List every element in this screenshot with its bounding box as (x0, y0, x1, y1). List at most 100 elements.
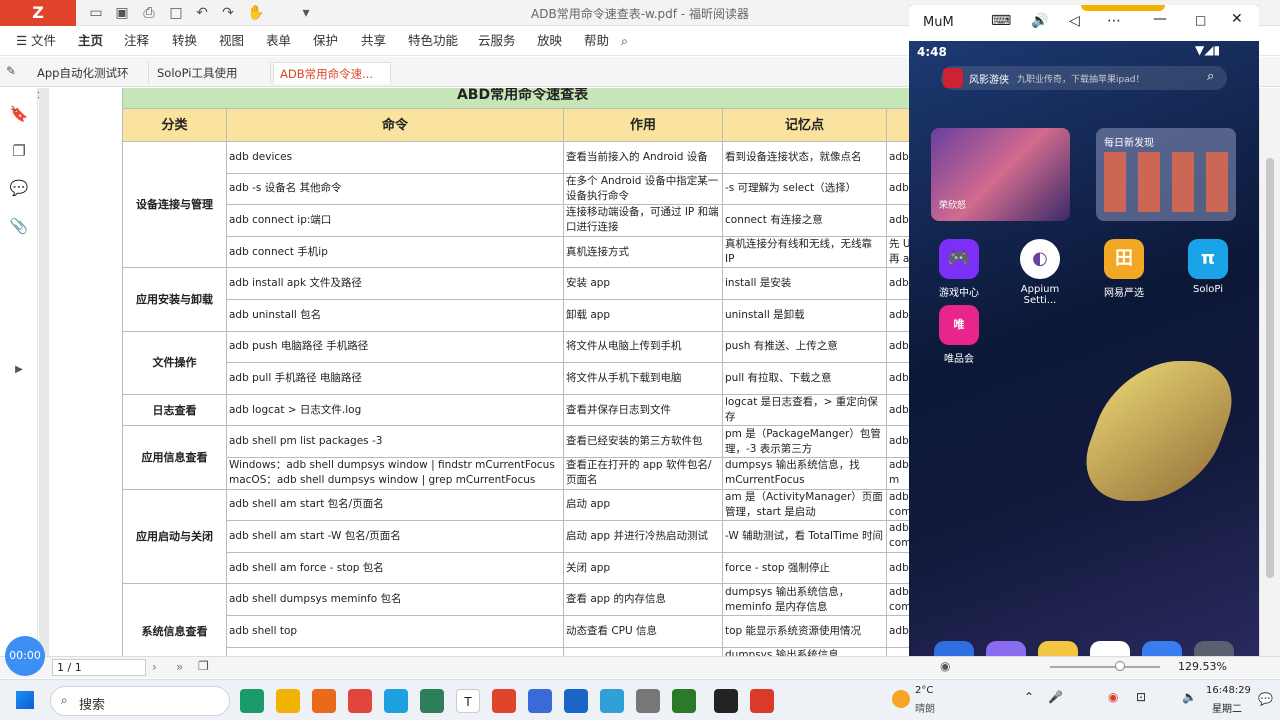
taskbar-search[interactable]: ⌕ 搜索 (50, 686, 230, 716)
open-folder-icon[interactable]: ▭ (86, 3, 106, 23)
app-appium-settings[interactable]: ◐ Appium Setti... (1013, 239, 1067, 306)
save-icon[interactable]: ▣ (112, 3, 132, 23)
view-mode-icon[interactable]: ◉ (940, 659, 950, 673)
typora-icon[interactable]: T (456, 689, 480, 713)
maximize-icon[interactable]: □ (1195, 13, 1206, 27)
mirror-app-icon[interactable] (564, 689, 588, 713)
pages-icon[interactable]: ❐ (9, 141, 29, 161)
page-number-field[interactable]: 1 / 1 (52, 659, 146, 676)
minimize-icon[interactable]: — (1153, 11, 1167, 27)
expand-panel-icon[interactable]: ▶ (9, 360, 29, 380)
menu-home[interactable]: 主页 (78, 31, 103, 51)
phone-search-icon[interactable]: ⌕ (1207, 69, 1214, 84)
close-icon[interactable]: ✕ (1231, 11, 1243, 27)
app-solopi[interactable]: π SoloPi (1181, 239, 1235, 295)
menu-features[interactable]: 特色功能 (408, 31, 458, 51)
edit-icon[interactable]: ✎ (6, 64, 16, 78)
xmind-icon[interactable] (750, 689, 774, 713)
hand-tool-icon[interactable]: ✋ (246, 3, 266, 23)
tool-icon[interactable] (636, 689, 660, 713)
maps-icon[interactable] (672, 689, 696, 713)
extra-cell: adb m (885, 456, 909, 490)
zoom-slider-handle[interactable] (1115, 661, 1125, 671)
extra-cell: adb (885, 425, 909, 458)
more-icon[interactable]: ⋯ (1107, 13, 1121, 29)
menu-slideshow[interactable]: 放映 (537, 31, 562, 51)
zoom-slider[interactable] (1050, 666, 1160, 668)
tab-adb-doc[interactable]: ADB常用命令速... ✕ (273, 62, 391, 103)
terminal-icon[interactable] (714, 689, 738, 713)
phone-search-bar[interactable]: 风影游侠 九职业传奇，下载抽苹果ipad！ ⌕ (941, 66, 1227, 90)
single-page-icon[interactable]: ❐ (198, 659, 209, 673)
header-category: 分类 (122, 108, 227, 142)
recording-timer[interactable]: 00:00 (5, 636, 45, 676)
firefox-icon[interactable] (312, 689, 336, 713)
search-app-icon[interactable] (384, 689, 408, 713)
redo-icon[interactable]: ↷ (218, 3, 238, 23)
table-row: 应用启动与关闭 adb shell am start 包名/页面名 启动 app am… (122, 488, 909, 585)
app-vipshop[interactable]: 唯 唯品会 (932, 305, 986, 365)
daily-discovery-widget[interactable]: 每日新发现 (1096, 128, 1236, 221)
menu-comment[interactable]: 注释 (124, 31, 149, 51)
extra-cell: adb (885, 614, 909, 648)
antivirus-icon[interactable]: ◉ (1108, 690, 1118, 704)
menu-protect[interactable]: 保护 (313, 31, 338, 51)
mirror-app-name: MuM (923, 15, 954, 30)
keyboard-icon[interactable]: ⌨ (991, 13, 1011, 29)
table-row: 文件操作 adb push 电脑路径 手机路径 将文件从电脑上传到手机 push 有推… (122, 330, 909, 395)
table-row: adb shell am force - stop 包名 关闭 app force … (123, 551, 909, 585)
hamburger-icon[interactable]: ☰ (16, 31, 27, 51)
zoom-level[interactable]: 129.53% (1178, 660, 1227, 673)
pdf-page: ABD常用命令速查表 分类 命令 作用 记忆点 设备连接与管理 adb devic… (49, 88, 909, 656)
app-game-center[interactable]: 🎮 游戏中心 (932, 239, 986, 299)
clock-time[interactable]: 16:48:29 (1206, 685, 1251, 696)
start-icon[interactable] (16, 691, 34, 709)
menu-form[interactable]: 表单 (266, 31, 291, 51)
excel-icon[interactable] (420, 689, 444, 713)
search-icon[interactable]: ⌕ (621, 31, 628, 51)
mic-icon[interactable]: 🎤 (1048, 690, 1063, 704)
network-icon[interactable]: ⊡ (1136, 690, 1146, 704)
menu-view[interactable]: 视图 (219, 31, 244, 51)
menu-share[interactable]: 共享 (361, 31, 386, 51)
foxit-logo-icon[interactable]: Z (0, 0, 76, 26)
comments-icon[interactable]: 💬 (9, 178, 29, 198)
cmd-cell: adb push 电脑路径 手机路径 (226, 330, 564, 364)
explorer-icon[interactable] (276, 689, 300, 713)
app-netease-yanxuan[interactable]: 田 网易严选 (1097, 239, 1151, 299)
attachment-icon[interactable]: 📎 (9, 216, 29, 236)
page-icon[interactable]: □ (166, 3, 186, 23)
volume-icon[interactable]: 🔊 (1031, 13, 1048, 29)
menu-file[interactable]: 文件 (31, 31, 56, 51)
phone-clock: 4:48 (917, 45, 947, 59)
chat-icon[interactable] (528, 689, 552, 713)
chrome-icon[interactable] (348, 689, 372, 713)
vertical-scrollbar[interactable] (1259, 88, 1280, 656)
use-cell: 将文件从手机下载到电脑 (563, 362, 723, 395)
speaker-icon[interactable]: 🔈 (1182, 690, 1197, 704)
tab-appium-doc[interactable]: App自动化测试环境... (31, 62, 149, 102)
back-icon[interactable]: ◁ (1069, 13, 1080, 29)
menu-convert[interactable]: 转换 (172, 31, 197, 51)
pycharm-icon[interactable] (600, 689, 624, 713)
menu-cloud[interactable]: 云服务 (478, 31, 516, 51)
taskbar-search-icon: ⌕ (61, 693, 68, 707)
notification-icon[interactable]: 💬 (1258, 692, 1273, 706)
customize-dropdown-icon[interactable]: ▾ (296, 3, 316, 23)
memo-cell: 看到设备连接状态，就像点名 (722, 141, 887, 174)
tab-solopi-doc[interactable]: SoloPi工具使用V2.0.p... (151, 62, 271, 102)
next-page-icon[interactable]: › (152, 660, 157, 674)
pdf-reader-icon[interactable] (492, 689, 516, 713)
clock-day[interactable]: 星期二 (1212, 700, 1242, 715)
edge-icon[interactable] (240, 689, 264, 713)
table-row: 系统信息查看 adb shell dumpsys meminfo 包名 查看 app… (122, 583, 909, 656)
bookmark-icon[interactable]: 🔖 (9, 104, 29, 124)
undo-icon[interactable]: ↶ (192, 3, 212, 23)
scroll-thumb[interactable] (1266, 158, 1274, 578)
last-page-icon[interactable]: » (176, 660, 183, 674)
game-banner-widget[interactable]: 荣欣怒 (931, 128, 1070, 221)
print-icon[interactable]: ⎙ (139, 3, 159, 23)
solopi-icon: π (1188, 239, 1228, 279)
menu-help[interactable]: 帮助 (584, 31, 609, 51)
tray-chevron-icon[interactable]: ⌃ (1024, 690, 1034, 704)
